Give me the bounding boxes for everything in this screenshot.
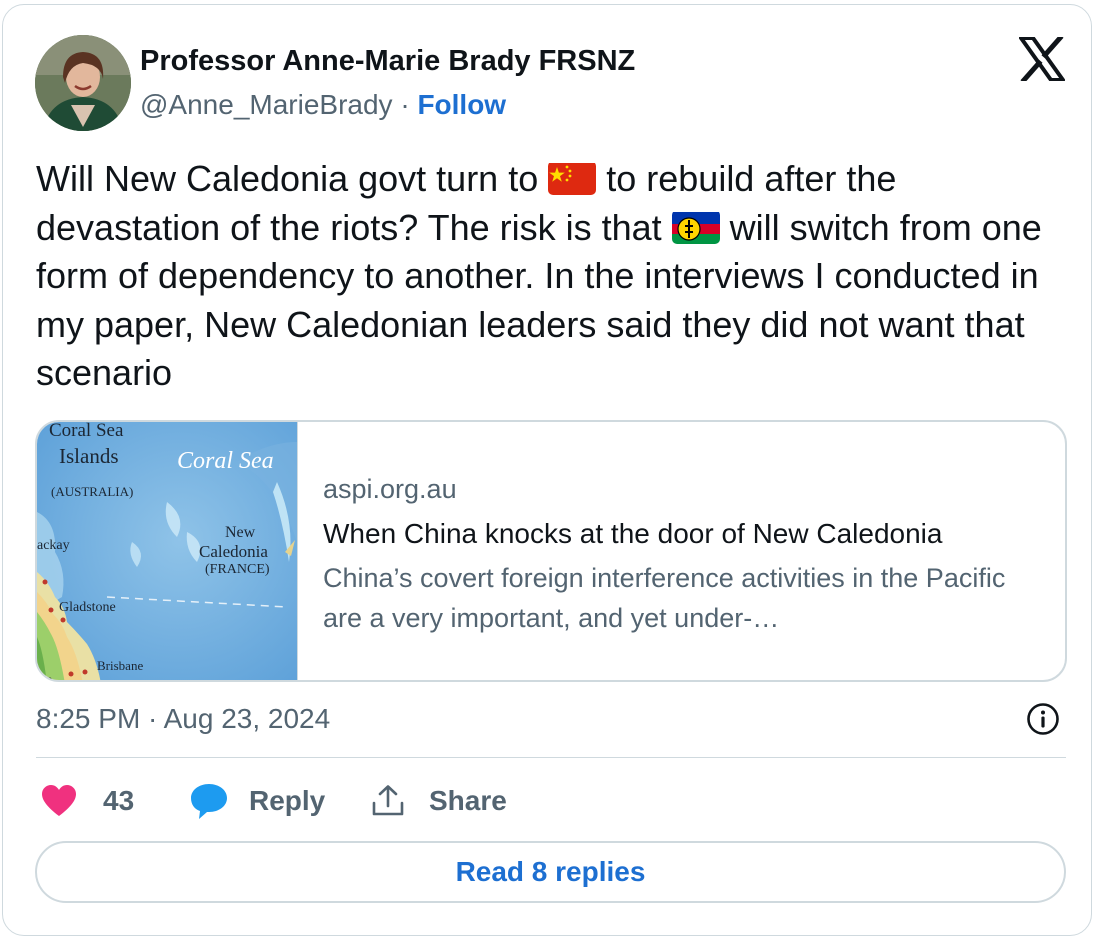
- map-label-ba: ba: [41, 672, 53, 682]
- reply-label: Reply: [249, 785, 326, 816]
- share-action[interactable]: Share: [371, 781, 507, 821]
- map-label-islands: Islands: [59, 444, 119, 468]
- link-title: When China knocks at the door of New Cal…: [323, 518, 943, 549]
- map-label-coral-sea: Coral Sea: [49, 420, 124, 441]
- tweet-text: Will New Caledonia govt turn to to rebui…: [36, 155, 1076, 398]
- author-name[interactable]: Professor Anne-Marie Brady FRSNZ: [140, 45, 635, 78]
- like-count: 43: [103, 785, 135, 816]
- map-label-mackay: ackay: [37, 538, 70, 553]
- map-label-coral-sea-italic: Coral Sea: [177, 448, 274, 474]
- follow-button[interactable]: Follow: [417, 89, 506, 120]
- avatar-photo: [35, 35, 131, 131]
- new-caledonia-flag-icon: [671, 210, 720, 244]
- heart-icon: [42, 785, 76, 816]
- tweet-embed-card: Professor Anne-Marie Brady FRSNZ @Anne_M…: [2, 4, 1092, 936]
- divider: [36, 757, 1066, 758]
- map-label-new: New: [225, 524, 256, 541]
- avatar[interactable]: [35, 35, 131, 131]
- map-label-brisbane: Brisbane: [97, 658, 144, 673]
- read-replies-button[interactable]: Read 8 replies: [35, 841, 1066, 903]
- map-label-australia: (AUSTRALIA): [51, 484, 134, 499]
- separator-dot: ·: [400, 89, 410, 120]
- map-label-gladstone: Gladstone: [59, 600, 116, 615]
- author-handle[interactable]: @Anne_MarieBrady: [140, 89, 393, 120]
- tweet-timestamp[interactable]: 8:25 PM · Aug 23, 2024: [36, 703, 330, 735]
- tweet-text-part-1: Will New Caledonia govt turn to: [36, 158, 549, 199]
- link-description: China’s covert foreign interference acti…: [323, 563, 1006, 633]
- handle-row: @Anne_MarieBrady · Follow: [140, 89, 506, 121]
- map-label-france: (FRANCE): [205, 562, 270, 577]
- x-logo-icon[interactable]: [1019, 34, 1065, 84]
- reply-bubble-icon: [191, 784, 227, 819]
- info-icon[interactable]: [1026, 702, 1060, 736]
- share-label: Share: [429, 785, 507, 816]
- china-flag-icon: [548, 161, 597, 195]
- like-action[interactable]: 43: [41, 781, 134, 821]
- share-icon: [372, 785, 404, 816]
- map-label-caledonia: Caledonia: [199, 542, 268, 561]
- link-domain: aspi.org.au: [323, 474, 457, 504]
- link-preview-card[interactable]: Coral Sea Islands (AUSTRALIA) Coral Sea …: [35, 420, 1067, 682]
- reply-action[interactable]: Reply: [189, 781, 325, 821]
- link-thumbnail-map: Coral Sea Islands (AUSTRALIA) Coral Sea …: [37, 420, 298, 682]
